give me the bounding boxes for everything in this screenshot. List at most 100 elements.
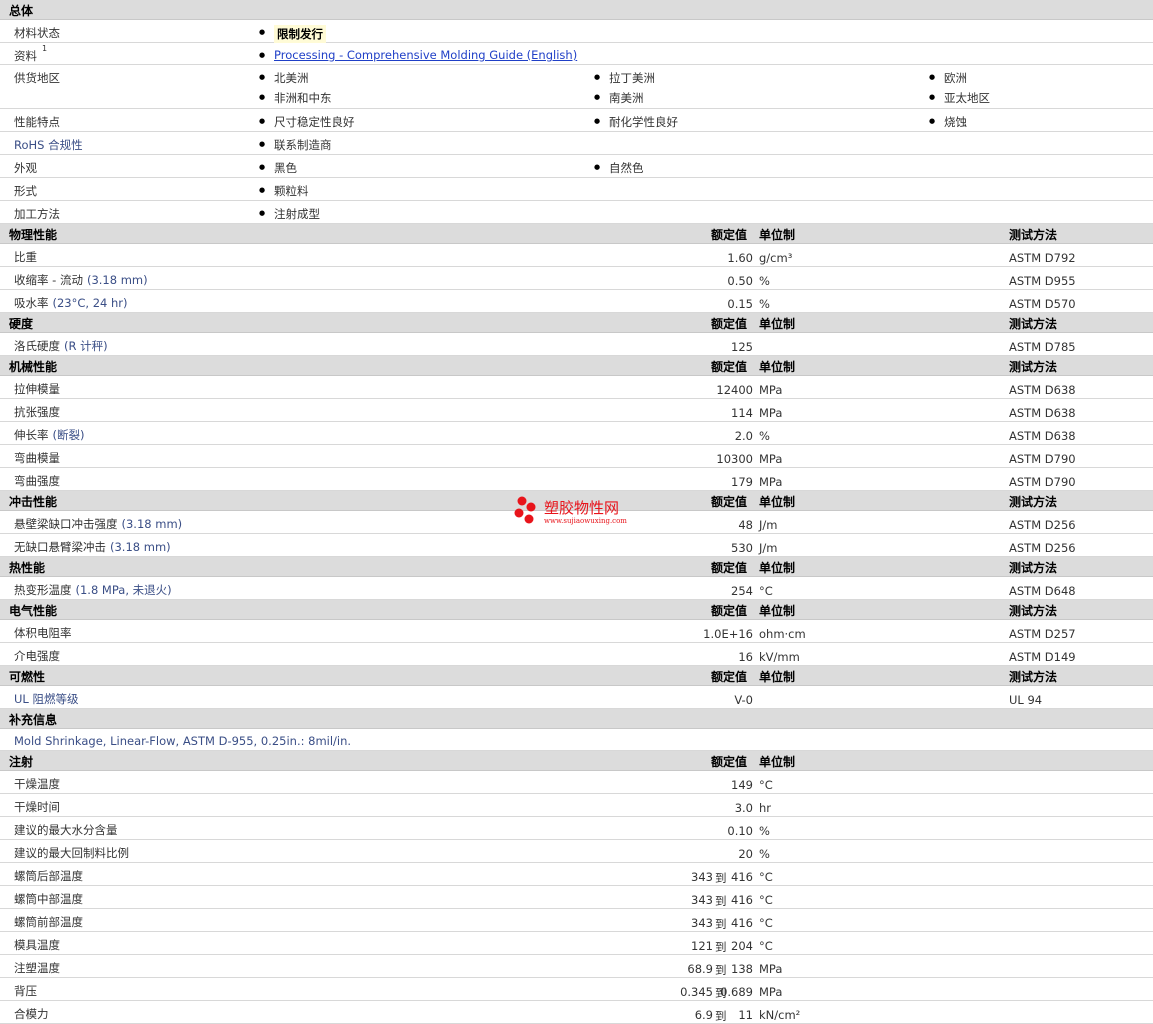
general-value: 拉丁美洲 <box>594 70 655 86</box>
general-row-label: 形式 <box>14 184 37 198</box>
processing-row: 螺筒中部温度 343 到 416 °C <box>0 886 1153 909</box>
general-row: RoHS 合规性 联系制造商 <box>0 132 1153 155</box>
processing-unit: hr <box>759 801 772 815</box>
general-row-label: 资料 <box>14 49 37 63</box>
property-name: 收缩率 - 流动 <box>14 273 83 287</box>
processing-value: 0.10 <box>727 824 753 838</box>
general-row: 供货地区 北美洲 拉丁美洲 欧洲非洲和中东 南美洲 亚太地区 <box>0 65 1153 109</box>
property-unit: J/m <box>759 518 778 532</box>
property-label: 吸水率 (23°C, 24 hr) <box>14 295 128 311</box>
processing-value: 138 <box>731 962 753 976</box>
col-header-nominal: 额定值 <box>711 495 748 509</box>
watermark-logo: 塑胶物性网 www.sujiaowuxing.com <box>512 493 652 529</box>
section-title: 机械性能 <box>9 360 58 374</box>
property-value: 16 <box>738 650 753 664</box>
property-value: 2.0 <box>734 429 753 443</box>
processing-row: 干燥温度 149 °C <box>0 771 1153 794</box>
col-header-nominal: 额定值 <box>711 228 748 242</box>
property-name: 比重 <box>14 250 37 264</box>
property-row: 收缩率 - 流动 (3.18 mm) 0.50% ASTM D955 <box>0 267 1153 290</box>
property-name: 热变形温度 <box>14 583 72 597</box>
property-value: 0.15 <box>727 297 753 311</box>
section-header: 电气性能 额定值 单位制 测试方法 <box>0 600 1153 620</box>
processing-row: 背压 0.345 到 0.689 MPa <box>0 978 1153 1001</box>
processing-label: 螺筒前部温度 <box>14 915 83 929</box>
document-link[interactable]: Processing - Comprehensive Molding Guide… <box>259 48 577 62</box>
processing-value: 204 <box>731 939 753 953</box>
property-unit: MPa <box>759 383 783 397</box>
property-unit: g/cm³ <box>759 251 793 265</box>
range-from: 6.9 <box>694 1008 713 1022</box>
col-header-nominal: 额定值 <box>711 317 748 331</box>
processing-row: 螺筒前部温度 343 到 416 °C <box>0 909 1153 932</box>
property-value: 125 <box>731 340 753 354</box>
property-value: 0.50 <box>727 274 753 288</box>
test-method: ASTM D256 <box>1009 541 1076 555</box>
property-name: 弯曲模量 <box>14 451 60 465</box>
property-name: 洛氏硬度 <box>14 339 60 353</box>
processing-unit: °C <box>759 916 773 930</box>
processing-row: 合模力 6.9 到 11 kN/cm² <box>0 1001 1153 1024</box>
property-row: 无缺口悬臂梁冲击 (3.18 mm) 530 J/m ASTM D256 <box>0 534 1153 557</box>
general-value: 非洲和中东 <box>259 90 331 106</box>
property-unit: MPa <box>759 475 783 489</box>
test-method: ASTM D149 <box>1009 650 1076 664</box>
watermark-url: www.sujiaowuxing.com <box>544 517 627 525</box>
processing-unit: °C <box>759 778 773 792</box>
processing-label: 背压 <box>14 984 37 998</box>
property-unit: MPa <box>759 452 783 466</box>
general-row-label: 材料状态 <box>14 26 60 40</box>
property-condition: (3.18 mm) <box>110 540 171 554</box>
property-value: 179 <box>731 475 753 489</box>
col-header-nominal: 额定值 <box>711 360 748 374</box>
general-value: 南美洲 <box>594 90 643 106</box>
general-value: 烧蚀 <box>929 114 967 130</box>
supplement-row: Mold Shrinkage, Linear-Flow, ASTM D-955,… <box>0 729 1153 751</box>
watermark-title: 塑胶物性网 <box>544 499 620 517</box>
processing-row: 建议的最大回制料比例 20% <box>0 840 1153 863</box>
test-method: ASTM D955 <box>1009 274 1076 288</box>
processing-value: 416 <box>731 916 753 930</box>
property-value: 1.0E+16 <box>703 627 753 641</box>
processing-row: 干燥时间 3.0 hr <box>0 794 1153 817</box>
range-to-word: 到 <box>715 871 727 885</box>
processing-label: 螺筒后部温度 <box>14 869 83 883</box>
processing-unit: % <box>759 847 770 861</box>
dots-logo-icon <box>514 496 536 524</box>
processing-unit: °C <box>759 893 773 907</box>
processing-label: 干燥时间 <box>14 800 60 814</box>
property-row: 体积电阻率 1.0E+16 ohm·cm ASTM D257 <box>0 620 1153 643</box>
property-condition: (断裂) <box>52 428 85 442</box>
col-header-nominal: 额定值 <box>711 561 748 575</box>
supplement-text: Mold Shrinkage, Linear-Flow, ASTM D-955,… <box>14 734 352 748</box>
section-title: 注射 <box>9 755 34 769</box>
processing-label: 螺筒中部温度 <box>14 892 83 906</box>
property-label: 介电强度 <box>14 648 60 664</box>
general-row-label: 性能特点 <box>14 115 60 129</box>
col-header-unit: 单位制 <box>759 317 796 331</box>
property-row: 弯曲模量 10300 MPa ASTM D790 <box>0 445 1153 468</box>
test-method: ASTM D648 <box>1009 584 1076 598</box>
section-header: 物理性能 额定值 单位制 测试方法 <box>0 224 1153 244</box>
footnote-marker: 1 <box>42 44 48 53</box>
processing-unit: °C <box>759 939 773 953</box>
processing-row: 螺筒后部温度 343 到 416 °C <box>0 863 1153 886</box>
col-header-method: 测试方法 <box>1009 670 1058 684</box>
property-label: 弯曲模量 <box>14 450 60 466</box>
property-name: 弯曲强度 <box>14 474 60 488</box>
test-method: ASTM D792 <box>1009 251 1076 265</box>
general-value: 注射成型 <box>259 206 320 222</box>
property-name: UL 阻燃等级 <box>14 692 79 706</box>
property-label: 抗张强度 <box>14 404 60 420</box>
processing-row: 建议的最大水分含量 0.10% <box>0 817 1153 840</box>
col-header-unit: 单位制 <box>759 495 796 509</box>
col-header-method: 测试方法 <box>1009 360 1058 374</box>
test-method: ASTM D790 <box>1009 452 1076 466</box>
col-header-nominal: 额定值 <box>711 755 748 769</box>
test-method: ASTM D785 <box>1009 340 1076 354</box>
processing-unit: MPa <box>759 962 783 976</box>
processing-value: 20 <box>738 847 753 861</box>
property-row: 抗张强度 114 MPa ASTM D638 <box>0 399 1153 422</box>
property-label: 比重 <box>14 249 37 265</box>
property-value: V-0 <box>734 693 753 707</box>
